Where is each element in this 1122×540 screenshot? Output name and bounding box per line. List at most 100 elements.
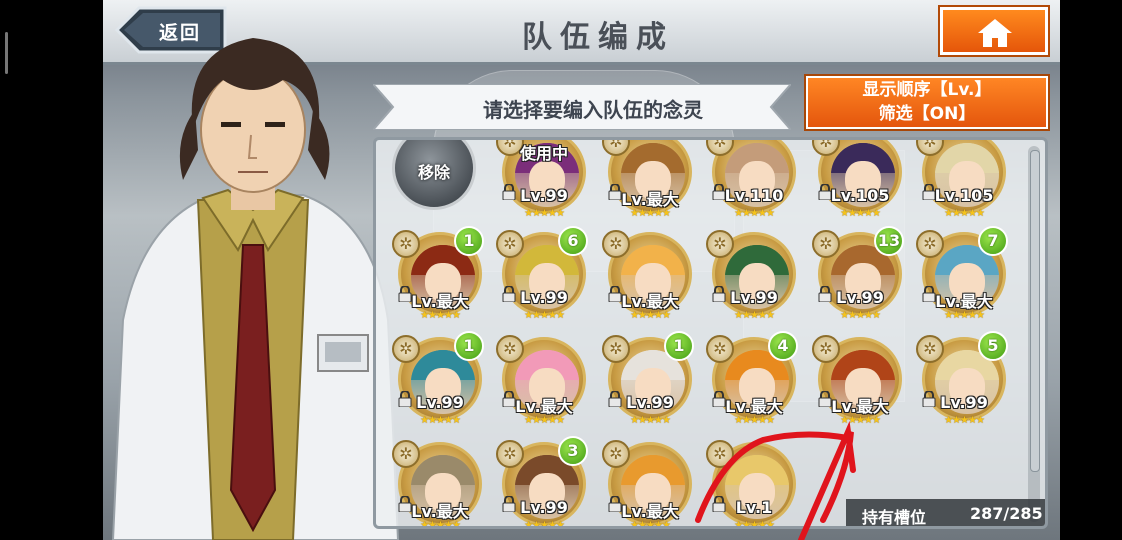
unit-card[interactable]: ✲ 1 Lv.99 ★★★★★ <box>602 331 696 433</box>
count-badge: 13 <box>874 226 904 256</box>
level-label: Lv.1 <box>735 498 773 517</box>
unit-card[interactable]: ✲ Lv.最大 ★★★★★ <box>496 333 590 433</box>
element-icon: ✲ <box>496 440 524 468</box>
unit-card[interactable]: ✲ 3 Lv.99 ★★★★★ <box>496 436 590 529</box>
count-badge: 6 <box>558 226 588 256</box>
unit-card[interactable]: ✲ Lv.110 ★★★★★ <box>706 140 800 226</box>
star-rating: ★★★★★ <box>734 310 775 321</box>
page-title: 队伍编成 <box>522 20 674 55</box>
unit-card[interactable]: ✲ Lv.最大 ★★★★★ <box>602 438 696 529</box>
star-rating: ★★★★★ <box>420 310 461 321</box>
in-use-label: 使用中 <box>519 144 568 163</box>
home-button[interactable] <box>940 7 1048 55</box>
game-screen: 返回 队伍编成 请选择要编入队伍的念灵 显示顺序【Lv.】 筛选【ON】 移除 … <box>103 0 1060 540</box>
star-rating: ★★★★★ <box>420 520 461 529</box>
unit-card[interactable]: ✲ 6 Lv.99 ★★★★★ <box>496 226 590 328</box>
count-badge: 1 <box>664 331 694 361</box>
star-rating: ★★★★★ <box>524 208 565 219</box>
star-rating: ★★★★★ <box>630 520 671 529</box>
unit-card[interactable]: ✲ 5 Lv.99 ★★★★★ <box>916 331 1010 433</box>
element-icon: ✲ <box>496 230 524 258</box>
level-label: Lv.最大 <box>725 397 783 416</box>
count-badge: 5 <box>978 331 1008 361</box>
element-icon: ✲ <box>392 335 420 363</box>
star-rating: ★★★★★ <box>524 520 565 529</box>
element-icon: ✲ <box>706 335 734 363</box>
remove-label: 移除 <box>417 163 450 182</box>
count-badge: 1 <box>454 331 484 361</box>
element-icon: ✲ <box>602 335 630 363</box>
element-icon: ✲ <box>916 230 944 258</box>
level-label: Lv.最大 <box>411 502 469 521</box>
level-label: Lv.105 <box>934 186 994 205</box>
star-rating: ★★★★★ <box>944 310 985 321</box>
level-label: Lv.最大 <box>831 397 889 416</box>
star-rating: ★★★★★ <box>734 208 775 219</box>
count-badge: 3 <box>558 436 588 466</box>
star-rating: ★★★★★ <box>420 415 461 426</box>
unit-card[interactable]: ✲ Lv.1 ★★★★★ <box>706 438 800 529</box>
element-icon: ✲ <box>812 230 840 258</box>
level-label: Lv.最大 <box>621 292 679 311</box>
star-rating: ★★★★★ <box>944 208 985 219</box>
sort-order-label: 显示顺序【Lv.】 <box>862 80 992 100</box>
level-label: Lv.110 <box>724 186 784 205</box>
element-icon: ✲ <box>812 335 840 363</box>
element-icon: ✲ <box>706 230 734 258</box>
scientist-character <box>111 38 400 540</box>
remove-button[interactable]: 移除 <box>392 140 476 210</box>
level-label: Lv.最大 <box>935 292 993 311</box>
slot-count-bar: 持有槽位 287/285 <box>846 499 1045 527</box>
unit-card[interactable]: ✲ Lv.最大 ★★★★★ <box>602 140 696 226</box>
unit-card[interactable]: ✲ Lv.105 ★★★★★ <box>916 140 1010 226</box>
count-badge: 1 <box>454 226 484 256</box>
level-label: Lv.99 <box>416 393 464 412</box>
unit-card[interactable]: ✲ 13 Lv.99 ★★★★★ <box>812 226 906 328</box>
unit-card[interactable]: ✲ Lv.最大 ★★★★★ <box>812 333 906 433</box>
level-label: Lv.99 <box>520 498 568 517</box>
level-label: Lv.最大 <box>621 502 679 521</box>
star-rating: ★★★★★ <box>524 415 565 426</box>
level-label: Lv.99 <box>730 288 778 307</box>
unit-card[interactable]: ✲ 4 Lv.最大 ★★★★★ <box>706 331 800 433</box>
unit-card[interactable]: ✲ 1 Lv.最大 ★★★★★ <box>392 226 486 328</box>
level-label: Lv.99 <box>626 393 674 412</box>
star-rating: ★★★★★ <box>734 415 775 426</box>
slot-label: 持有槽位 <box>862 508 927 527</box>
star-rating: ★★★★★ <box>840 310 881 321</box>
scrollbar-thumb[interactable] <box>1030 150 1040 472</box>
star-rating: ★★★★★ <box>524 310 565 321</box>
count-badge: 4 <box>768 331 798 361</box>
star-rating: ★★★★★ <box>630 208 671 219</box>
star-rating: ★★★★★ <box>840 415 881 426</box>
level-label: Lv.最大 <box>515 397 573 416</box>
star-rating: ★★★★★ <box>944 415 985 426</box>
level-label: Lv.最大 <box>621 190 679 209</box>
level-label: Lv.105 <box>830 186 890 205</box>
unit-card[interactable]: ✲ 7 Lv.最大 ★★★★★ <box>916 226 1010 328</box>
level-label: Lv.99 <box>940 393 988 412</box>
unit-card[interactable]: ✲ 1 Lv.99 ★★★★★ <box>392 331 486 433</box>
filter-label: 筛选【ON】 <box>878 104 976 124</box>
sort-filter-button[interactable]: 显示顺序【Lv.】 筛选【ON】 <box>806 76 1048 129</box>
home-icon <box>978 19 1012 47</box>
star-rating: ★★★★★ <box>630 310 671 321</box>
element-icon: ✲ <box>496 335 524 363</box>
unit-card[interactable]: ✲ Lv.最大 ★★★★★ <box>602 228 696 328</box>
unit-card[interactable]: ✲ Lv.105 ★★★★★ <box>812 140 906 226</box>
element-icon: ✲ <box>916 335 944 363</box>
star-rating: ★★★★★ <box>734 520 775 529</box>
level-label: Lv.99 <box>520 186 568 205</box>
star-rating: ★★★★★ <box>840 208 881 219</box>
prompt-text: 请选择要编入队伍的念灵 <box>483 98 703 122</box>
prompt-banner: 请选择要编入队伍的念灵 <box>373 84 791 130</box>
unit-card[interactable]: ✲ Lv.99 ★★★★★ <box>706 228 800 328</box>
unit-card[interactable]: ✲ 使用中 Lv.99 ★★★★★ <box>496 140 590 226</box>
unit-grid-panel[interactable]: 移除 ✲ 使用中 Lv.99 ★★★★★ ✲ Lv.最大 ★★★★★ ✲ Lv.110 ★★★★★… <box>373 137 1048 529</box>
element-icon: ✲ <box>602 440 630 468</box>
unit-card[interactable]: ✲ Lv.最大 ★★★★★ <box>392 438 486 529</box>
level-label: Lv.99 <box>836 288 884 307</box>
star-rating: ★★★★★ <box>630 415 671 426</box>
count-badge: 7 <box>978 226 1008 256</box>
element-icon: ✲ <box>392 230 420 258</box>
